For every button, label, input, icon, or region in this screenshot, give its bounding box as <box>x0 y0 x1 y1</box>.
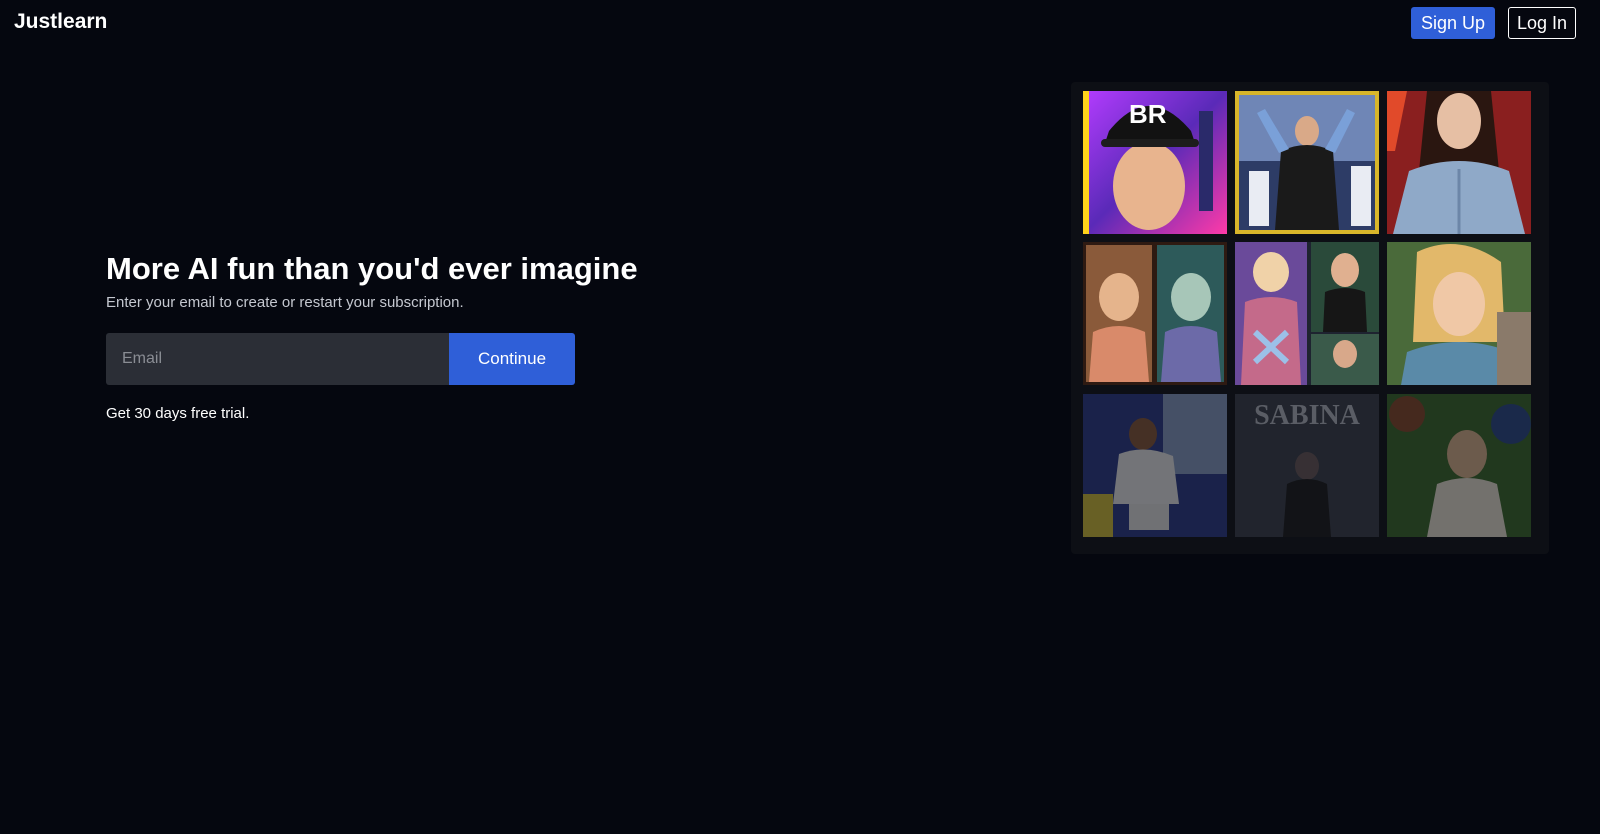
continue-button[interactable]: Continue <box>449 333 575 385</box>
gallery-image-2 <box>1235 91 1379 234</box>
gallery-image-9 <box>1387 394 1531 537</box>
image-gallery: BR SABINA <box>1071 82 1549 554</box>
log-in-button[interactable]: Log In <box>1508 7 1576 39</box>
gallery-image-8: SABINA <box>1235 394 1379 537</box>
hero-section: More AI fun than you'd ever imagine Ente… <box>106 250 806 422</box>
hero-subtitle: Enter your email to create or restart yo… <box>106 294 464 311</box>
gallery-image-1: BR <box>1083 91 1227 234</box>
gallery-image-7 <box>1083 394 1227 537</box>
hero-title: More AI fun than you'd ever imagine <box>106 251 638 286</box>
sign-up-button[interactable]: Sign Up <box>1411 7 1495 39</box>
gallery-image-5 <box>1235 242 1379 385</box>
trial-text: Get 30 days free trial. <box>106 405 250 422</box>
gallery-image-3 <box>1387 91 1531 234</box>
gallery-image-6 <box>1387 242 1531 385</box>
svg-text:BR: BR <box>1129 99 1167 129</box>
signup-form: Continue <box>106 333 575 385</box>
site-logo[interactable]: Justlearn <box>14 10 107 34</box>
email-input[interactable] <box>106 333 449 385</box>
gallery-image-4 <box>1083 242 1227 385</box>
tile-8-text: SABINA <box>1254 400 1361 431</box>
top-nav: Justlearn Sign Up Log In <box>0 0 1600 46</box>
